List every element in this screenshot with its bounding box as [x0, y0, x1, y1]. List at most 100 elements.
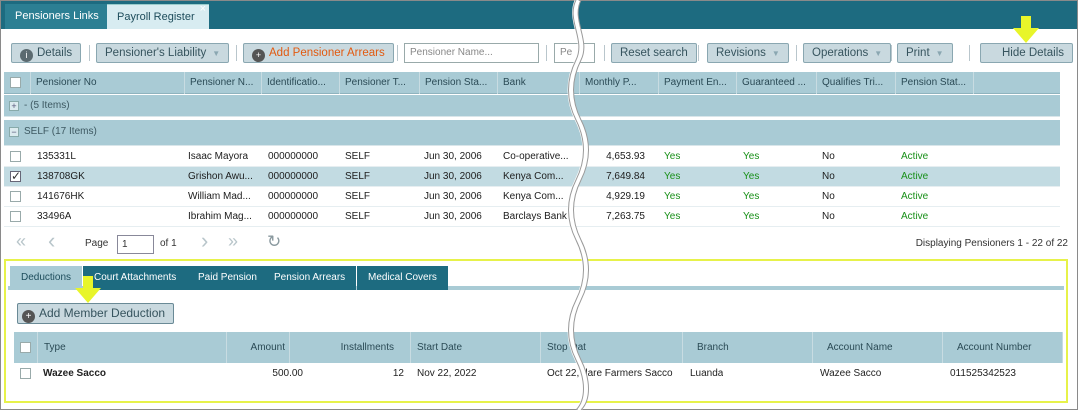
group-row-self[interactable]: − SELF (17 Items): [4, 120, 1060, 146]
table-row[interactable]: 135331L Isaac Mayora 000000000 SELF Jun …: [4, 147, 1060, 167]
next-page-icon[interactable]: ›: [201, 228, 208, 254]
tab-paid-pension[interactable]: Paid Pension: [187, 266, 268, 290]
page-label: Page: [85, 238, 109, 249]
cell-payment: Yes: [664, 191, 681, 202]
cell-start-date: Jun 30, 2006: [424, 211, 482, 222]
details-panel: Deductions Court Attachments Paid Pensio…: [4, 259, 1068, 403]
cell-pensioner-no: 33496A: [37, 211, 72, 222]
select-all-checkbox[interactable]: [10, 77, 21, 88]
cell-guaranteed: Yes: [743, 171, 760, 182]
divider: [969, 45, 970, 61]
col-start-date[interactable]: Start Date: [411, 332, 541, 363]
liability-label: Pensioner's Liability: [105, 47, 207, 59]
cell-pensioner-no: 141676HK: [37, 191, 85, 202]
details-label: Details: [37, 47, 73, 59]
cell-id: 000000000: [268, 151, 319, 162]
divider: [236, 45, 237, 61]
reset-search-button[interactable]: Reset search: [611, 43, 697, 63]
tab-pension-arrears[interactable]: Pension Arrears: [263, 266, 357, 290]
divider: [546, 45, 547, 61]
reset-label: Reset search: [620, 47, 688, 59]
cell-type: SELF: [345, 151, 371, 162]
tab-payroll-register[interactable]: Payroll Register ×: [107, 3, 209, 29]
add-pensioner-arrears-button[interactable]: + Add Pensioner Arrears: [243, 43, 394, 63]
col-payment-enabled[interactable]: Payment En...: [659, 72, 737, 94]
col-branch[interactable]: Branch: [683, 332, 813, 363]
tab-label: Pensioners Links: [15, 10, 99, 22]
table-row[interactable]: 141676HK William Mad... 000000000 SELF J…: [4, 187, 1060, 207]
page-number-input[interactable]: 1: [117, 235, 154, 254]
group-row-unassigned[interactable]: + - (5 Items): [4, 95, 1060, 117]
add-arrears-label: Add Pensioner Arrears: [269, 47, 385, 59]
expand-icon[interactable]: +: [9, 101, 19, 111]
col-pension-start[interactable]: Pension Sta...: [420, 72, 498, 94]
table-row[interactable]: 33496A Ibrahim Mag... 000000000 SELF Jun…: [4, 207, 1060, 227]
tab-pensioners-links[interactable]: Pensioners Links: [5, 4, 109, 29]
col-guaranteed[interactable]: Guaranteed ...: [737, 72, 817, 94]
divider: [891, 45, 892, 61]
refresh-icon[interactable]: ↻: [267, 232, 281, 252]
row-checkbox[interactable]: [20, 368, 31, 379]
revisions-dropdown[interactable]: Revisions ▼: [707, 43, 789, 63]
tab-deductions[interactable]: Deductions: [10, 266, 83, 290]
image-cut-line: [567, 0, 589, 410]
row-checkbox-checked[interactable]: ✓: [10, 170, 21, 182]
deductions-grid-header: Type Amount Installments Start Date Stop…: [14, 332, 1063, 363]
cell-qualifies: No: [822, 151, 835, 162]
cell-guaranteed: Yes: [743, 151, 760, 162]
last-page-icon[interactable]: »: [228, 231, 238, 252]
col-account-name[interactable]: Account Name: [813, 332, 943, 363]
plus-circle-icon: +: [22, 310, 35, 323]
cell-account-number: 011525342523: [950, 368, 1016, 379]
print-dropdown[interactable]: Print ▼: [897, 43, 953, 63]
pensioner-name-search-input[interactable]: Pensioner Name...: [404, 43, 539, 63]
select-all-checkbox[interactable]: [20, 342, 31, 353]
divider: [397, 45, 398, 61]
highlight-arrow-down-icon: [75, 276, 101, 303]
col-account-number[interactable]: Account Number: [943, 332, 1063, 363]
col-qualifies[interactable]: Qualifies Tri...: [817, 72, 896, 94]
info-icon: i: [20, 49, 33, 62]
select-all-column: [14, 332, 38, 363]
col-installments[interactable]: Installments: [290, 332, 411, 363]
divider: [698, 45, 699, 61]
col-pensioner-no[interactable]: Pensioner No: [31, 72, 185, 94]
tab-medical-covers[interactable]: Medical Covers: [357, 266, 448, 290]
col-type[interactable]: Type: [38, 332, 227, 363]
cell-guaranteed: Yes: [743, 191, 760, 202]
operations-label: Operations: [812, 47, 869, 59]
row-checkbox[interactable]: [10, 191, 21, 202]
col-amount[interactable]: Amount: [227, 332, 290, 363]
prev-page-icon[interactable]: ‹: [48, 228, 55, 254]
col-pensioner-type[interactable]: Pensioner T...: [340, 72, 420, 94]
paging-summary: Displaying Pensioners 1 - 22 of 22: [915, 238, 1068, 249]
close-icon[interactable]: ×: [200, 0, 206, 22]
group-label: SELF (17 Items): [24, 126, 97, 137]
first-page-icon[interactable]: «: [16, 231, 26, 252]
deduction-row[interactable]: Wazee Sacco 500.00 12 Nov 22, 2022 Oct 2…: [14, 364, 1063, 384]
row-checkbox[interactable]: [10, 151, 21, 162]
col-identification[interactable]: Identificatio...: [262, 72, 340, 94]
cell-start-date: Jun 30, 2006: [424, 151, 482, 162]
col-pension-status[interactable]: Pension Stat...: [896, 72, 974, 94]
cell-payment: Yes: [664, 211, 681, 222]
cell-type: SELF: [345, 171, 371, 182]
cell-id: 000000000: [268, 211, 319, 222]
add-member-deduction-button[interactable]: + Add Member Deduction: [17, 303, 175, 324]
collapse-icon[interactable]: −: [9, 127, 19, 137]
cell-name: Grishon Awu...: [188, 171, 253, 182]
hide-details-button[interactable]: Hide Details: [980, 43, 1073, 63]
cell-guaranteed: Yes: [743, 211, 760, 222]
col-pensioner-name[interactable]: Pensioner N...: [185, 72, 262, 94]
pensioners-liability-dropdown[interactable]: Pensioner's Liability ▼: [96, 43, 230, 63]
row-checkbox[interactable]: [10, 211, 21, 222]
cell-qualifies: No: [822, 171, 835, 182]
grid-header: Pensioner No Pensioner N... Identificati…: [4, 72, 1060, 94]
cell-type: Wazee Sacco: [43, 368, 106, 379]
cell-type: SELF: [345, 211, 371, 222]
print-label: Print: [906, 47, 930, 59]
details-button[interactable]: i Details: [11, 43, 82, 63]
table-row[interactable]: ✓ 138708GK Grishon Awu... 000000000 SELF…: [4, 167, 1060, 187]
group-label: - (5 Items): [24, 100, 70, 111]
operations-dropdown[interactable]: Operations ▼: [803, 43, 892, 63]
